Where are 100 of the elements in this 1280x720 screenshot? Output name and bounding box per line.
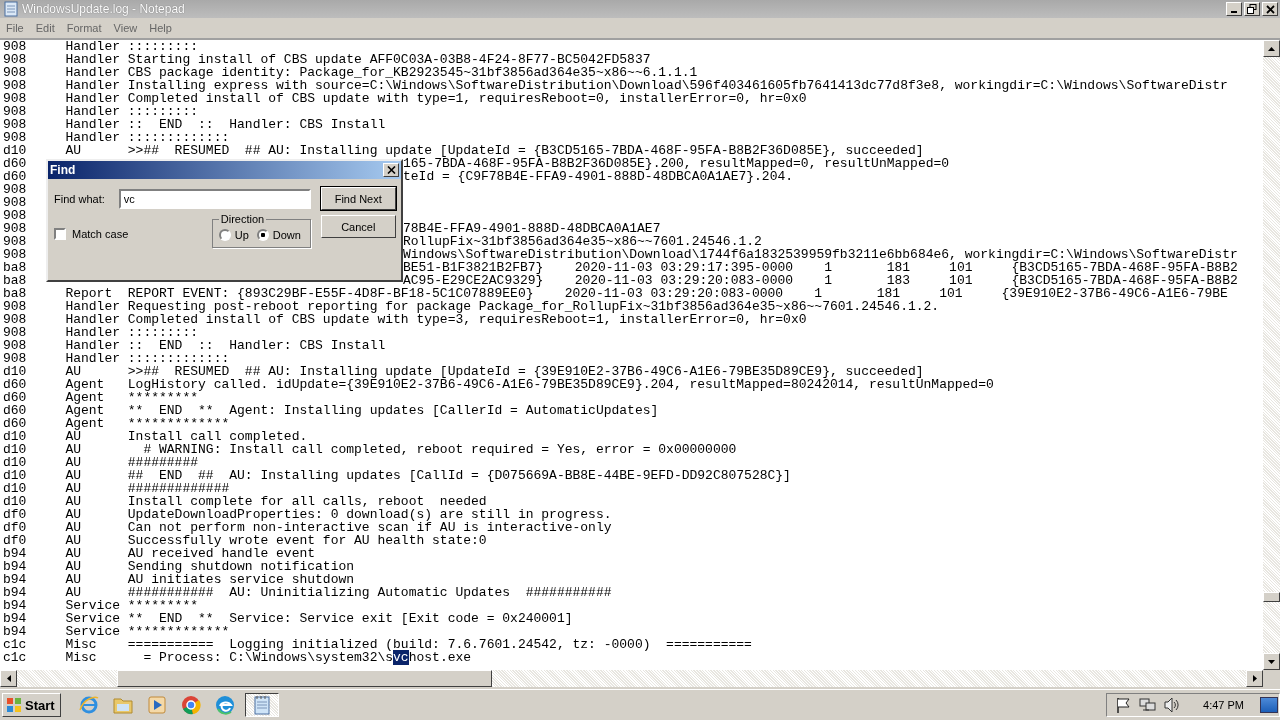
component-name: AU xyxy=(65,442,81,457)
close-icon xyxy=(1265,4,1275,14)
scroll-up-button[interactable] xyxy=(1263,40,1280,57)
log-message: REPORT EVENT: {893C29BF-E55F-4D8F-BF18-5C1C07889EE0} 2020-11-03 03:29:20:083-0000 1 181 101 {39E910E2-37B6-49C6-A1E6-79BE xyxy=(127,287,1228,300)
log-message: Sending shutdown notification xyxy=(127,560,355,573)
log-message: ** END ** Agent: Installing updates [CallerId = AutomaticUpdates] xyxy=(127,404,659,417)
log-message: UpdateDownloadProperties: 0 download(s) are still in progress. xyxy=(127,508,612,521)
thread-id: df0 xyxy=(3,507,27,522)
component-name: AU xyxy=(65,455,81,470)
log-message: ********* xyxy=(127,391,199,404)
component-name: Service xyxy=(65,598,120,613)
thread-id: d10 xyxy=(3,364,27,379)
restore-button[interactable] xyxy=(1244,2,1260,16)
log-message: >>## RESUMED ## AU: Installing update [UpdateId = {39E910E2-37B6-49C6-A1E6-79BE35D89CE9}, succeeded] xyxy=(127,365,924,378)
menu-item[interactable]: Help xyxy=(143,22,178,34)
component-name: AU xyxy=(65,559,81,574)
radio-label: Up xyxy=(234,229,249,241)
thread-id: 908 xyxy=(3,117,27,132)
log-message: =========== Logging initialized (build: 7.6.7601.24542, tz: -0000) =========== xyxy=(127,638,752,651)
globe-icon xyxy=(78,695,99,715)
component-name: Handler xyxy=(65,65,120,80)
show-desktop-button[interactable] xyxy=(1260,697,1278,713)
thread-id: d60 xyxy=(3,403,27,418)
component-name: Agent xyxy=(65,390,105,405)
thread-id: d10 xyxy=(3,442,27,457)
component-name: Handler xyxy=(65,130,120,145)
scroll-thumb[interactable] xyxy=(117,670,492,687)
component-name: AU xyxy=(65,533,81,548)
close-button[interactable] xyxy=(383,163,399,177)
thread-id: 908 xyxy=(3,338,27,353)
dialog-button[interactable]: Cancel xyxy=(320,215,396,238)
log-message: Completed install of CBS update with type=1, requiresReboot=0, installerError=0, hr=0x0 xyxy=(127,92,807,105)
thread-id: d10 xyxy=(3,494,27,509)
network-icon[interactable] xyxy=(1139,697,1158,713)
component-name: Handler xyxy=(65,299,120,314)
thread-id: 908 xyxy=(3,312,27,327)
thread-id: d60 xyxy=(3,377,27,392)
menu-item[interactable]: Format xyxy=(60,22,108,34)
match-case-checkbox[interactable] xyxy=(54,228,66,240)
log-message: AU initiates service shutdown xyxy=(127,573,355,586)
log-message: ********* xyxy=(127,599,199,612)
log-message: # WARNING: Install call completed, reboot required = Yes, error = 0x00000000 xyxy=(142,443,737,456)
log-message: Starting install of CBS update AFF0C03A-03B8-4F24-8F77-BC5042FD5837 xyxy=(127,53,651,66)
component-name: Handler xyxy=(65,351,120,366)
start-button[interactable]: Start xyxy=(2,693,61,717)
close-button[interactable] xyxy=(1262,2,1278,16)
log-text: teId = {C9F78B4E-FFA9-4901-888D-48DBCA0A1AE7}.204. xyxy=(403,170,794,183)
up-arrow-icon xyxy=(1268,46,1275,51)
speaker-icon[interactable] xyxy=(1163,697,1182,713)
log-message: ************* xyxy=(127,625,230,638)
thread-id: 908 xyxy=(3,247,27,262)
scroll-down-button[interactable] xyxy=(1263,653,1280,670)
thread-id: 908 xyxy=(3,52,27,67)
scroll-thumb[interactable] xyxy=(1263,592,1280,602)
match-case-label: Match case xyxy=(72,228,129,240)
component-name: AU xyxy=(65,429,81,444)
thread-id: 908 xyxy=(3,130,27,145)
log-message: ######### xyxy=(127,456,199,469)
menu-item[interactable]: File xyxy=(0,22,30,34)
component-name: Handler xyxy=(65,52,120,67)
menu-item[interactable]: View xyxy=(107,22,144,34)
thread-id: d10 xyxy=(3,468,27,483)
radio-button[interactable] xyxy=(218,229,231,241)
thread-id: 908 xyxy=(3,325,27,340)
taskbar-app-button[interactable] xyxy=(244,693,279,717)
thread-id: d60 xyxy=(3,156,27,171)
radio-button[interactable] xyxy=(256,229,269,241)
minimize-button[interactable] xyxy=(1226,2,1242,16)
thread-id: d10 xyxy=(3,481,27,496)
thread-id: 908 xyxy=(3,195,27,210)
component-name: Misc xyxy=(65,637,97,652)
component-name: Handler xyxy=(65,338,120,353)
find-what-field[interactable]: vc xyxy=(118,189,311,209)
thread-id: df0 xyxy=(3,533,27,548)
menu-item[interactable]: Edit xyxy=(29,22,61,34)
log-message: Successfully wrote event for AU health state:0 xyxy=(127,534,487,547)
thread-id: ba8 xyxy=(3,260,27,275)
thread-id: b94 xyxy=(3,546,27,561)
direction-label: Direction xyxy=(219,213,266,225)
dialog-button[interactable]: Find Next xyxy=(320,187,396,210)
component-name: Handler xyxy=(65,312,120,327)
component-name: Handler xyxy=(65,91,120,106)
component-name: Agent xyxy=(65,377,105,392)
component-name: AU xyxy=(65,468,81,483)
restore-icon xyxy=(1247,4,1257,14)
scroll-left-button[interactable] xyxy=(0,670,17,687)
log-message: ** END ** Service: Service exit [Exit code = 0x240001] xyxy=(127,612,573,625)
clock[interactable]: 4:47 PM xyxy=(1203,699,1244,711)
component-name: Service xyxy=(65,624,120,639)
scroll-right-button[interactable] xyxy=(1246,670,1263,687)
log-text: RollupFix~31bf3856ad364e35~x86~~7601.24546.1.2 xyxy=(403,235,762,248)
thread-id: d10 xyxy=(3,455,27,470)
component-name: Report xyxy=(65,286,113,301)
browser-icon xyxy=(180,695,201,715)
notepad-icon xyxy=(4,1,18,17)
log-message: :: END :: Handler: CBS Install xyxy=(127,118,386,131)
dialog-title: Find xyxy=(50,163,76,177)
thread-id: d60 xyxy=(3,390,27,405)
thread-id: 908 xyxy=(3,91,27,106)
log-text: 78B4E-FFA9-4901-888D-48DBCA0A1AE7 xyxy=(403,222,661,235)
